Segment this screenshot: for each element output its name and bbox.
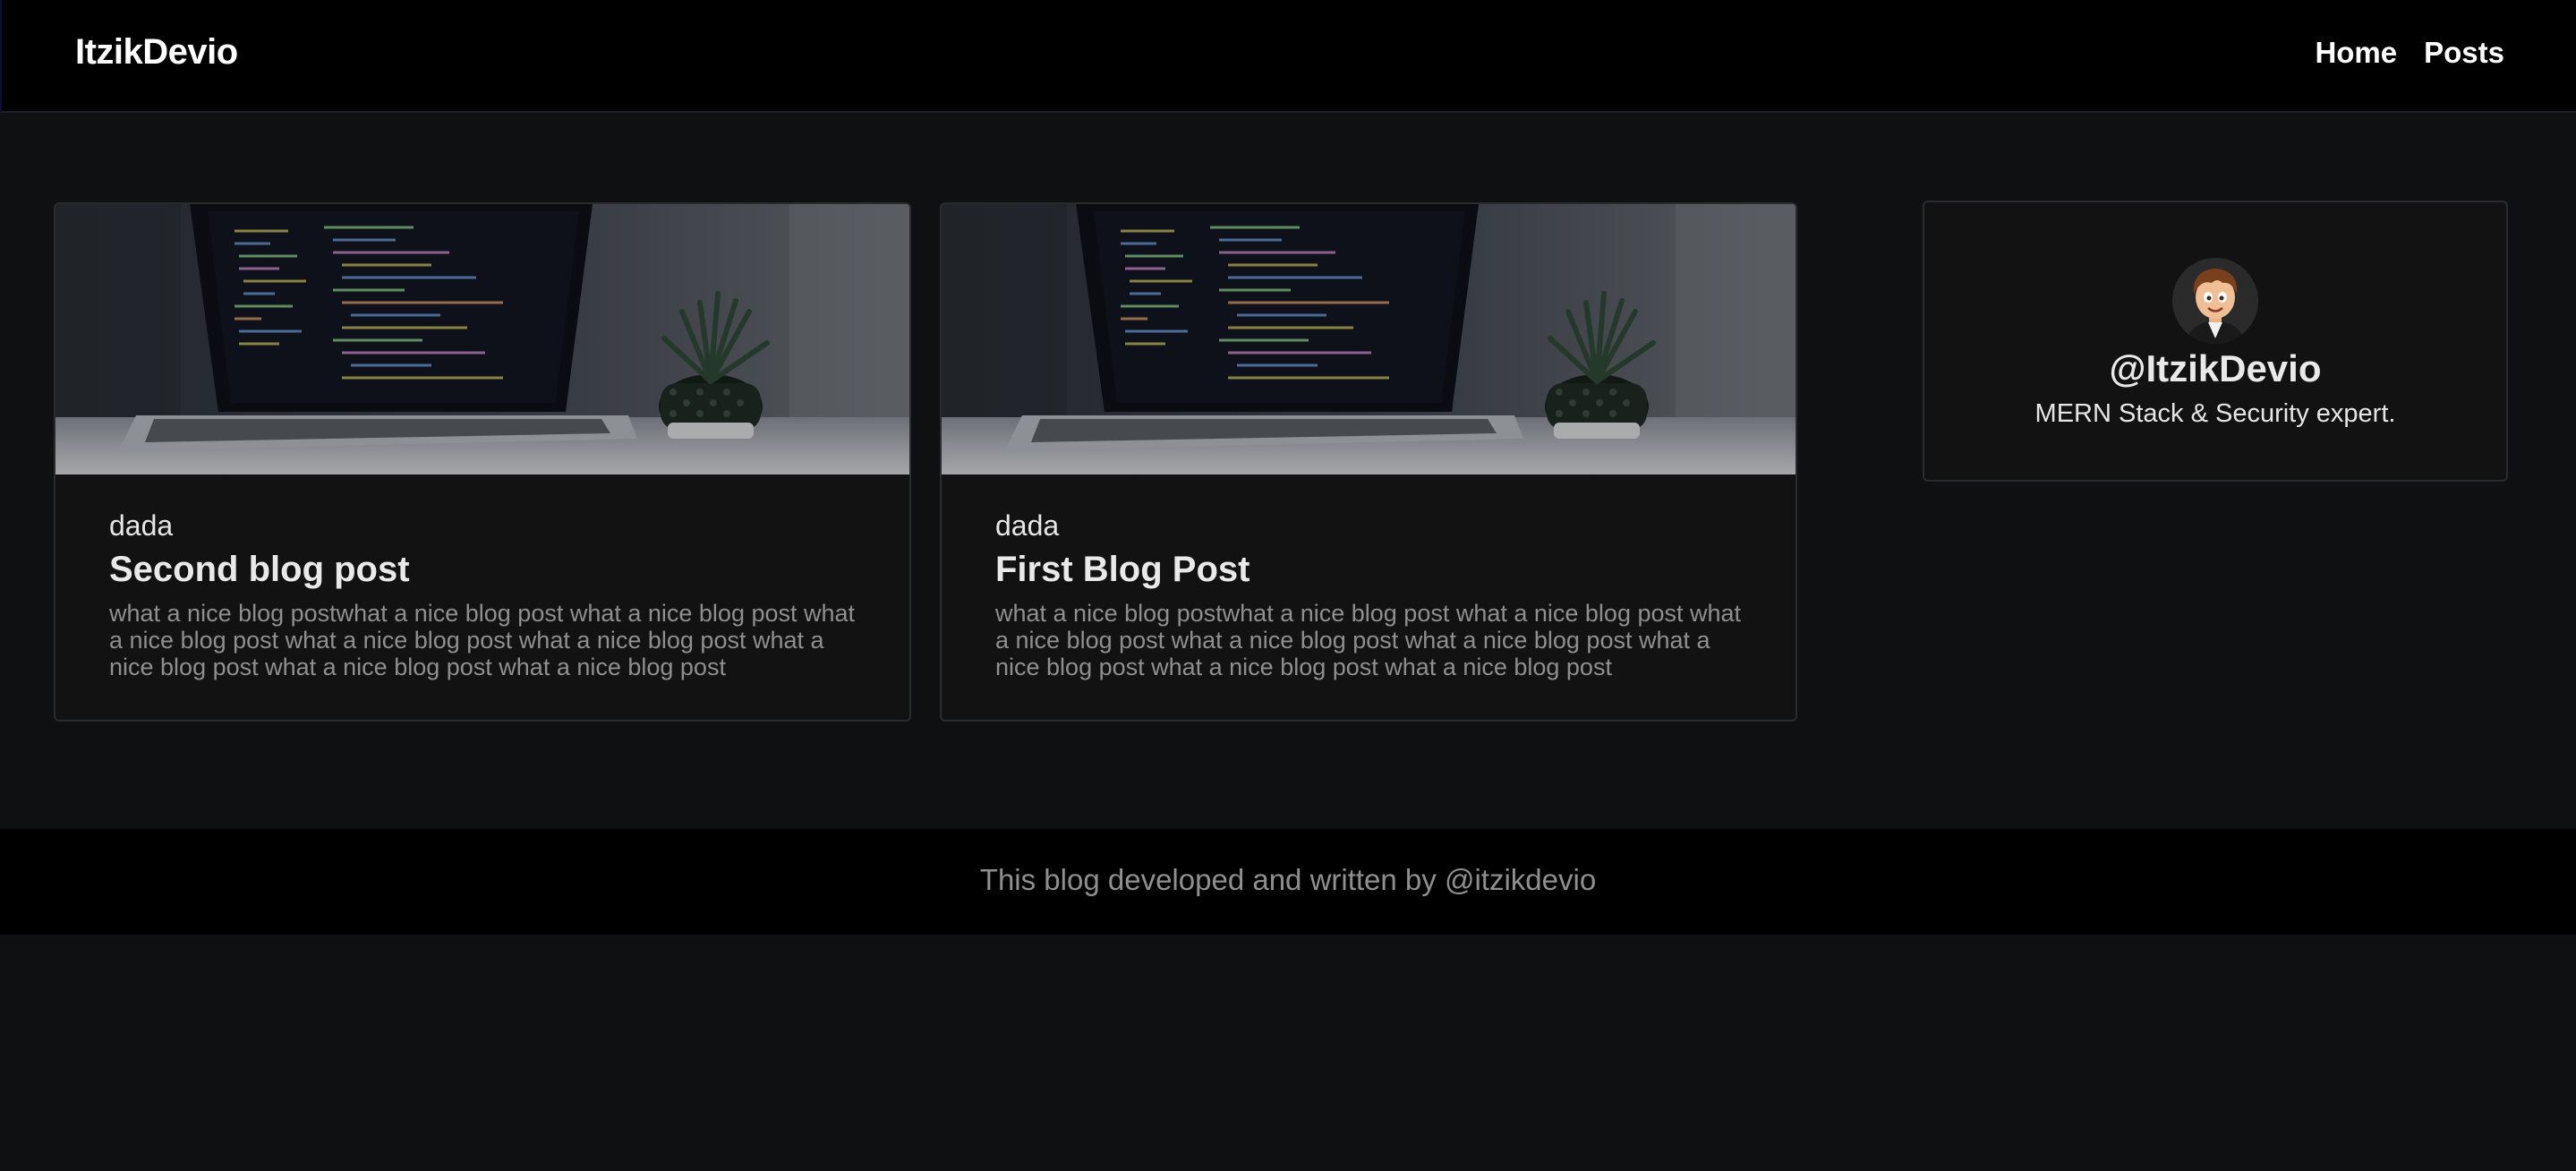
post-title[interactable]: Second blog post bbox=[109, 548, 856, 591]
post-cover-image[interactable] bbox=[55, 204, 909, 474]
brand-logo-link[interactable]: ItzikDevio bbox=[75, 32, 238, 73]
laptop-code-plant-image bbox=[942, 204, 1796, 474]
post-author: dada bbox=[109, 509, 174, 542]
profile-bio: MERN Stack & Security expert. bbox=[2034, 399, 2396, 428]
nav-links: Home Posts bbox=[2315, 36, 2504, 70]
navbar: ItzikDevio Home Posts bbox=[0, 0, 2576, 113]
post-cover-image[interactable] bbox=[942, 204, 1796, 474]
post-card[interactable]: dada First Blog Post what a nice blog po… bbox=[940, 202, 1797, 722]
post-title[interactable]: First Blog Post bbox=[995, 548, 1742, 591]
nav-home-link[interactable]: Home bbox=[2315, 36, 2397, 70]
post-card-body: dada Second blog post what a nice blog p… bbox=[109, 509, 856, 680]
laptop-code-plant-image bbox=[55, 204, 909, 474]
profile-handle: @ItzikDevio bbox=[2109, 347, 2322, 389]
avatar bbox=[2172, 258, 2258, 344]
post-excerpt: what a nice blog postwhat a nice blog po… bbox=[109, 600, 856, 681]
footer-text: This blog developed and written by @itzi… bbox=[979, 863, 1597, 896]
nav-posts-link[interactable]: Posts bbox=[2424, 36, 2504, 70]
post-card[interactable]: dada Second blog post what a nice blog p… bbox=[54, 202, 911, 722]
footer: This blog developed and written by @itzi… bbox=[0, 829, 2576, 935]
profile-card: @ItzikDevio MERN Stack & Security expert… bbox=[1923, 201, 2508, 482]
post-excerpt: what a nice blog postwhat a nice blog po… bbox=[995, 600, 1742, 681]
post-author: dada bbox=[995, 509, 1060, 542]
cartoon-avatar-icon bbox=[2172, 258, 2258, 344]
post-card-body: dada First Blog Post what a nice blog po… bbox=[995, 509, 1742, 680]
